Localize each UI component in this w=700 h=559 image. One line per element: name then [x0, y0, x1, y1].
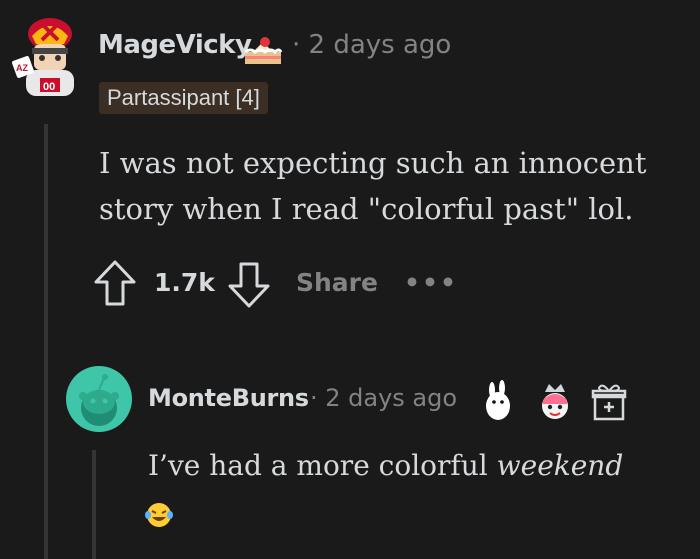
- user-avatar[interactable]: 00 AZ: [12, 14, 84, 100]
- reply-avatar[interactable]: [66, 366, 132, 432]
- reply-body-emphasis: weekend: [496, 449, 624, 482]
- thread-line[interactable]: [44, 124, 48, 559]
- laughing-tears-emoji-icon: [144, 500, 174, 530]
- share-button[interactable]: Share: [296, 268, 378, 297]
- football-helmet-avatar-icon: 00 AZ: [12, 18, 74, 96]
- comment-timestamp: · 2 days ago: [292, 30, 452, 60]
- reply-body-text: I’ve had a more colorful: [148, 449, 497, 482]
- more-options-icon[interactable]: •••: [404, 268, 458, 297]
- comment-actions: 1.7k Share •••: [92, 258, 512, 314]
- crown-face-award-icon[interactable]: [534, 380, 576, 422]
- reply-username[interactable]: MonteBurns: [148, 384, 309, 412]
- arrow-up-icon[interactable]: [92, 258, 138, 310]
- svg-text:AZ: AZ: [16, 63, 28, 73]
- user-flair: Partassipant [4]: [99, 82, 268, 114]
- comment-body: I was not expecting such an innocent sto…: [99, 146, 647, 226]
- cake-icon: [241, 30, 285, 68]
- reply-thread-line[interactable]: [92, 450, 96, 559]
- reply-timestamp: · 2 days ago: [310, 384, 458, 412]
- gift-icon[interactable]: [590, 380, 632, 422]
- reply-body: I’ve had a more colorful weekend: [148, 446, 678, 486]
- arrow-down-icon[interactable]: [226, 258, 272, 310]
- comment-username[interactable]: MageVicky: [98, 30, 252, 60]
- vote-score: 1.7k: [154, 268, 215, 297]
- rabbit-award-icon[interactable]: [478, 380, 520, 422]
- svg-text:00: 00: [43, 81, 55, 93]
- snoo-avatar-icon: [79, 374, 119, 426]
